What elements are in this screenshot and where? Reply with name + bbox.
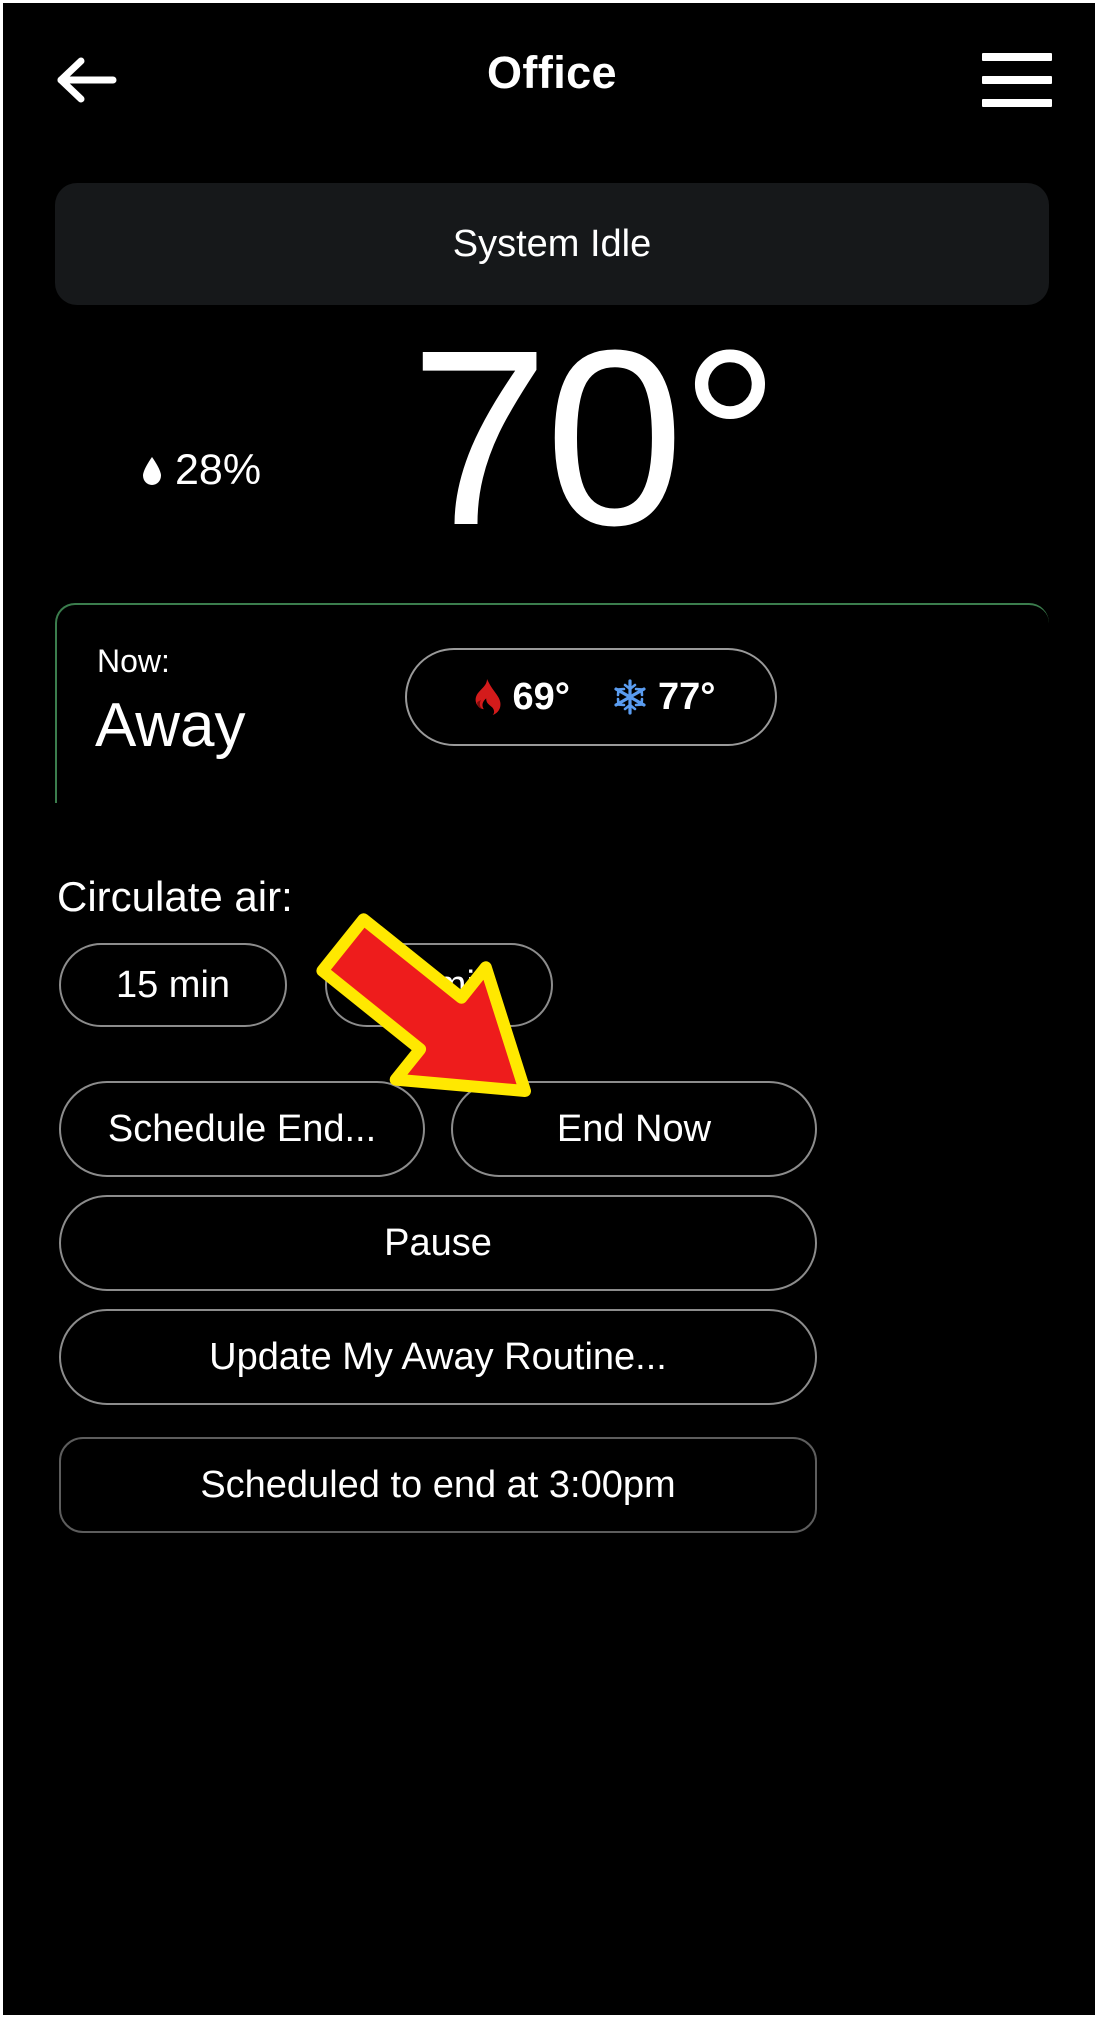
circulate-30-min-button[interactable]: 30 min [325,943,553,1027]
heat-setpoint: 69° [467,676,570,719]
humidity-value: 28% [175,446,262,494]
cool-setpoint: 77° [612,676,715,719]
current-temperature: 70° [409,298,780,577]
circulate-15-min-button[interactable]: 15 min [59,943,287,1027]
temperature-block: 28% 70° [13,313,1091,593]
app-screen: Office System Idle 28% 70° Now: Away 69°… [13,13,1091,2011]
current-mode-card-inner: Now: Away 69° 77° [57,605,1051,805]
menu-bar-1 [982,53,1052,61]
system-status-label: System Idle [452,222,652,265]
menu-bar-2 [982,76,1052,84]
water-droplet-icon [143,456,161,485]
humidity-readout: 28% [141,446,261,495]
device-frame: Office System Idle 28% 70° Now: Away 69°… [0,0,1098,2018]
flame-icon [475,679,501,715]
end-now-button[interactable]: End Now [451,1081,817,1177]
heat-setpoint-value: 69° [512,675,570,718]
app-header: Office [13,13,1091,145]
update-away-routine-button[interactable]: Update My Away Routine... [59,1309,817,1405]
page-title: Office [487,47,617,98]
setpoint-pill[interactable]: 69° 77° [405,648,777,746]
hamburger-menu-icon[interactable] [979,49,1055,111]
current-mode-card[interactable]: Now: Away 69° 77° [55,603,1049,803]
pause-button[interactable]: Pause [59,1195,817,1291]
mode-name: Away [95,691,246,760]
snowflake-icon [614,679,646,715]
cool-setpoint-value: 77° [658,675,716,718]
mode-now-label: Now: [97,643,170,679]
scheduled-end-status: Scheduled to end at 3:00pm [59,1437,817,1533]
schedule-end-button[interactable]: Schedule End... [59,1081,425,1177]
circulate-air-label: Circulate air: [57,873,293,920]
system-status-bar: System Idle [55,183,1049,305]
menu-bar-3 [982,99,1052,107]
